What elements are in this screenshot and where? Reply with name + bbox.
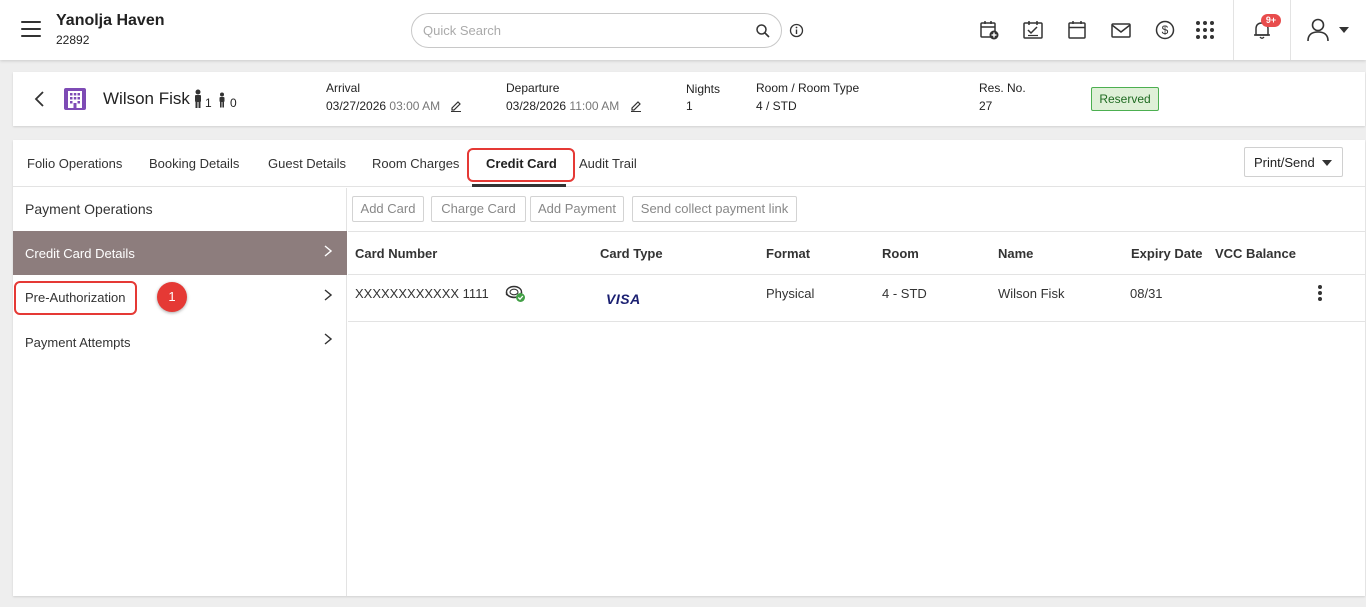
sidebar-item-label: Credit Card Details [25,246,135,261]
chevron-right-icon [324,289,332,301]
topbar-divider [1290,0,1291,60]
step-marker: 1 [157,282,187,312]
sidebar-item-label: Payment Attempts [25,335,131,350]
notification-badge: 9+ [1261,14,1281,27]
resno-value: 27 [979,99,993,113]
format-cell: Physical [766,286,815,301]
tab-highlight-annotation [467,148,575,182]
send-collect-payment-link-button[interactable]: Send collect payment link [632,196,797,222]
adult-count: 1 [205,96,212,110]
room-value: 4 / STD [756,99,797,113]
guest-name: Wilson Fisk [103,89,190,108]
arrival-date: 03/27/2026 [326,99,387,113]
credit-card-content: Add Card Charge Card Add Payment Send co… [348,188,1365,596]
arrival-label: Arrival [326,81,361,95]
chevron-right-icon [324,333,332,345]
arrival-value: 03/27/2026 03:00 AM [326,99,440,113]
expiry-cell: 08/31 [1130,286,1163,301]
visa-logo: VISA [606,291,641,307]
chevron-right-icon [324,245,332,257]
table-row[interactable]: XXXXXXXXXXXX 1111 VISA Physical 4 - STD … [348,275,1365,322]
adult-icon [195,89,201,108]
print-send-button[interactable]: Print/Send [1244,147,1343,177]
tab-bar: Folio Operations Booking Details Guest D… [13,140,1365,187]
add-card-button[interactable]: Add Card [352,196,424,222]
topbar-divider [1233,0,1234,60]
card-verified-icon [505,285,525,302]
calendar-check-icon[interactable] [1022,19,1044,41]
row-actions-kebab-icon[interactable] [1313,285,1327,305]
tab-folio-operations[interactable]: Folio Operations [27,156,122,171]
child-count: 0 [230,96,237,110]
nights-value: 1 [686,99,693,113]
col-name: Name [998,246,1034,261]
tab-room-charges[interactable]: Room Charges [372,156,459,171]
user-icon[interactable] [1305,17,1331,43]
charge-card-button[interactable]: Charge Card [431,196,526,222]
departure-value: 03/28/2026 11:00 AM [506,99,619,113]
chevron-down-icon [1322,160,1332,166]
dollar-icon[interactable]: $ [1154,19,1176,41]
resno-label: Res. No. [979,81,1026,95]
edit-departure-icon[interactable] [630,100,642,112]
col-vcc-balance: VCC Balance [1215,246,1296,261]
departure-date: 03/28/2026 [506,99,567,113]
tab-booking-details[interactable]: Booking Details [149,156,239,171]
apps-grid-icon[interactable] [1194,19,1216,41]
active-tab-indicator [472,184,566,187]
departure-time: 11:00 AM [569,99,620,113]
card-number-cell: XXXXXXXXXXXX 1111 [355,286,489,301]
departure-label: Departure [506,81,560,95]
hotel-building-icon [64,88,86,110]
child-icon [219,92,225,108]
calendar-add-icon[interactable] [978,19,1000,41]
col-card-type: Card Type [600,246,663,261]
main-panel: Folio Operations Booking Details Guest D… [13,140,1365,596]
user-menu-caret-icon[interactable] [1339,27,1349,33]
status-badge: Reserved [1091,87,1159,111]
mail-icon[interactable] [1110,19,1132,41]
col-card-number: Card Number [355,246,438,261]
room-cell: 4 - STD [882,286,927,301]
nights-label: Nights [686,82,721,96]
col-expiry-date: Expiry Date [1131,246,1203,261]
edit-arrival-icon[interactable] [450,100,462,112]
property-id: 22892 [56,33,90,47]
add-payment-button[interactable]: Add Payment [530,196,624,222]
search-icon[interactable] [755,23,771,39]
sidebar-item-credit-card-details[interactable]: Credit Card Details [13,231,347,275]
arrival-time: 03:00 AM [389,99,441,113]
info-icon[interactable] [789,23,804,38]
top-bar: Yanolja Haven 22892 $ 9+ [0,0,1366,60]
search-input[interactable] [423,23,743,38]
sidebar-title: Payment Operations [25,201,153,217]
name-cell: Wilson Fisk [998,286,1065,301]
reservation-header: Wilson Fisk 1 0 Arrival 03/27/2026 03:00… [13,72,1365,126]
print-send-label: Print/Send [1254,155,1315,170]
hamburger-menu-icon[interactable] [21,21,41,37]
sidebar-item-payment-attempts[interactable]: Payment Attempts [13,319,347,363]
preauth-highlight-annotation [14,281,137,315]
payment-sidebar: Payment Operations Credit Card Details P… [13,188,347,596]
room-label: Room / Room Type [756,81,860,95]
svg-text:$: $ [1162,23,1169,37]
table-header: Card Number Card Type Format Room Name E… [348,231,1365,275]
property-name: Yanolja Haven [56,12,165,29]
col-format: Format [766,246,811,261]
back-chevron-icon[interactable] [32,89,46,109]
quick-search [411,13,782,48]
col-room: Room [882,246,919,261]
calendar-icon[interactable] [1066,19,1088,41]
tab-guest-details[interactable]: Guest Details [268,156,346,171]
tab-audit-trail[interactable]: Audit Trail [579,156,637,171]
